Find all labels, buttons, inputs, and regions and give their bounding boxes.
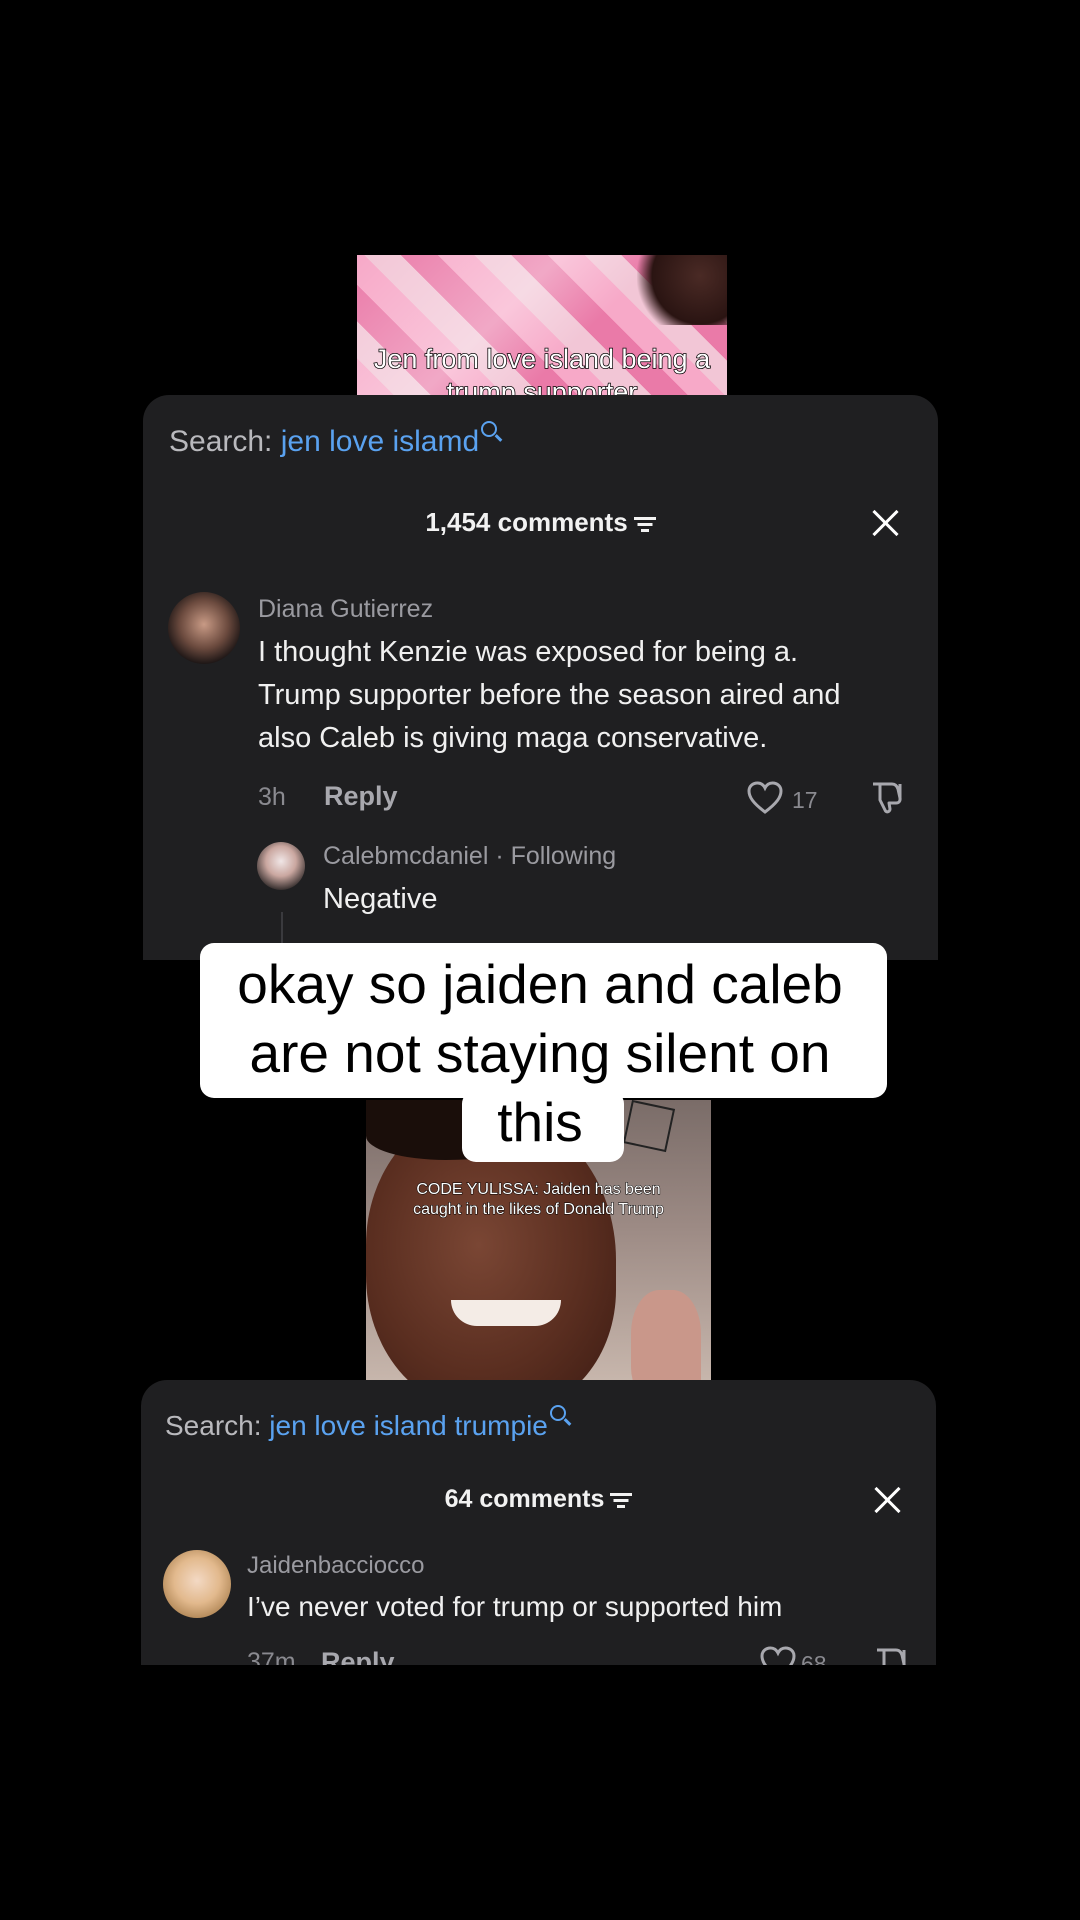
video-hand: [631, 1290, 701, 1380]
dislike-icon[interactable]: [870, 780, 906, 814]
search-query[interactable]: jen love islamd: [281, 425, 479, 458]
search-icon[interactable]: [481, 421, 498, 437]
close-icon[interactable]: [872, 1485, 902, 1515]
search-label: Search:: [169, 425, 273, 458]
heart-icon[interactable]: [747, 781, 783, 815]
search-bar[interactable]: Search: jen love island trumpie: [165, 1405, 566, 1442]
comment-timestamp: 3h: [258, 783, 286, 811]
caption-line: Jen from love island being a: [373, 343, 711, 375]
middle-video-caption: CODE YULISSA: Jaiden has been caught in …: [366, 1180, 711, 1220]
comments-panel-2: Search: jen love island trumpie 64 comme…: [141, 1380, 936, 1665]
comment-text: I thought Kenzie was exposed for being a…: [258, 631, 938, 760]
dislike-icon[interactable]: [874, 1646, 910, 1665]
comment-author[interactable]: Jaidenbacciocco: [247, 1552, 424, 1580]
overlay-text: okay so jaiden and caleb are not staying…: [180, 950, 900, 1157]
comments-header[interactable]: 64 comments: [141, 1485, 936, 1514]
reply-text: Negative: [323, 883, 438, 915]
avatar[interactable]: [168, 592, 240, 664]
reply-button[interactable]: Reply: [324, 781, 398, 812]
filter-icon[interactable]: [633, 517, 656, 533]
overlay-line: okay so jaiden and caleb: [237, 953, 843, 1015]
overlay-line: are not staying silent on: [249, 1022, 831, 1084]
close-icon[interactable]: [870, 508, 900, 538]
like-count: 68: [801, 1651, 827, 1665]
top-video-thumbnail[interactable]: Jen from love island being a trump suppo…: [357, 255, 727, 395]
like-count: 17: [792, 787, 818, 813]
comments-header[interactable]: 1,454 comments: [143, 507, 938, 538]
heart-icon[interactable]: [760, 1646, 796, 1665]
comments-count: 64 comments: [444, 1485, 605, 1513]
search-label: Search:: [165, 1410, 262, 1441]
avatar[interactable]: [257, 842, 305, 890]
comment-text-line: also Caleb is giving maga conservative.: [258, 722, 768, 754]
comment-author[interactable]: Diana Gutierrez: [258, 595, 433, 624]
search-icon[interactable]: [549, 1405, 566, 1421]
comment-text-line: I thought Kenzie was exposed for being a…: [258, 636, 799, 668]
comment-timestamp: 37m: [247, 1648, 296, 1665]
thumbnail-shadow: [637, 255, 727, 325]
top-video-caption: Jen from love island being a trump suppo…: [357, 343, 727, 395]
comments-panel-1: Search: jen love islamd 1,454 comments D…: [143, 395, 938, 960]
video-smile: [451, 1300, 561, 1326]
caption-line: CODE YULISSA: Jaiden has been: [416, 1181, 661, 1199]
avatar[interactable]: [163, 1550, 231, 1618]
comment-text-line: Trump supporter before the season aired …: [258, 679, 841, 711]
search-query[interactable]: jen love island trumpie: [269, 1410, 548, 1441]
overlay-line: this: [497, 1091, 583, 1153]
caption-line: caught in the likes of Donald Trump: [413, 1201, 665, 1219]
filter-icon[interactable]: [610, 1493, 633, 1509]
reply-author[interactable]: Calebmcdaniel · Following: [323, 842, 616, 871]
comment-text: I’ve never voted for trump or supported …: [247, 1591, 783, 1622]
reply-button[interactable]: Reply: [321, 1647, 395, 1665]
search-bar[interactable]: Search: jen love islamd: [169, 421, 498, 459]
caption-line: trump supporter: [446, 376, 638, 395]
comments-count: 1,454 comments: [425, 507, 628, 537]
